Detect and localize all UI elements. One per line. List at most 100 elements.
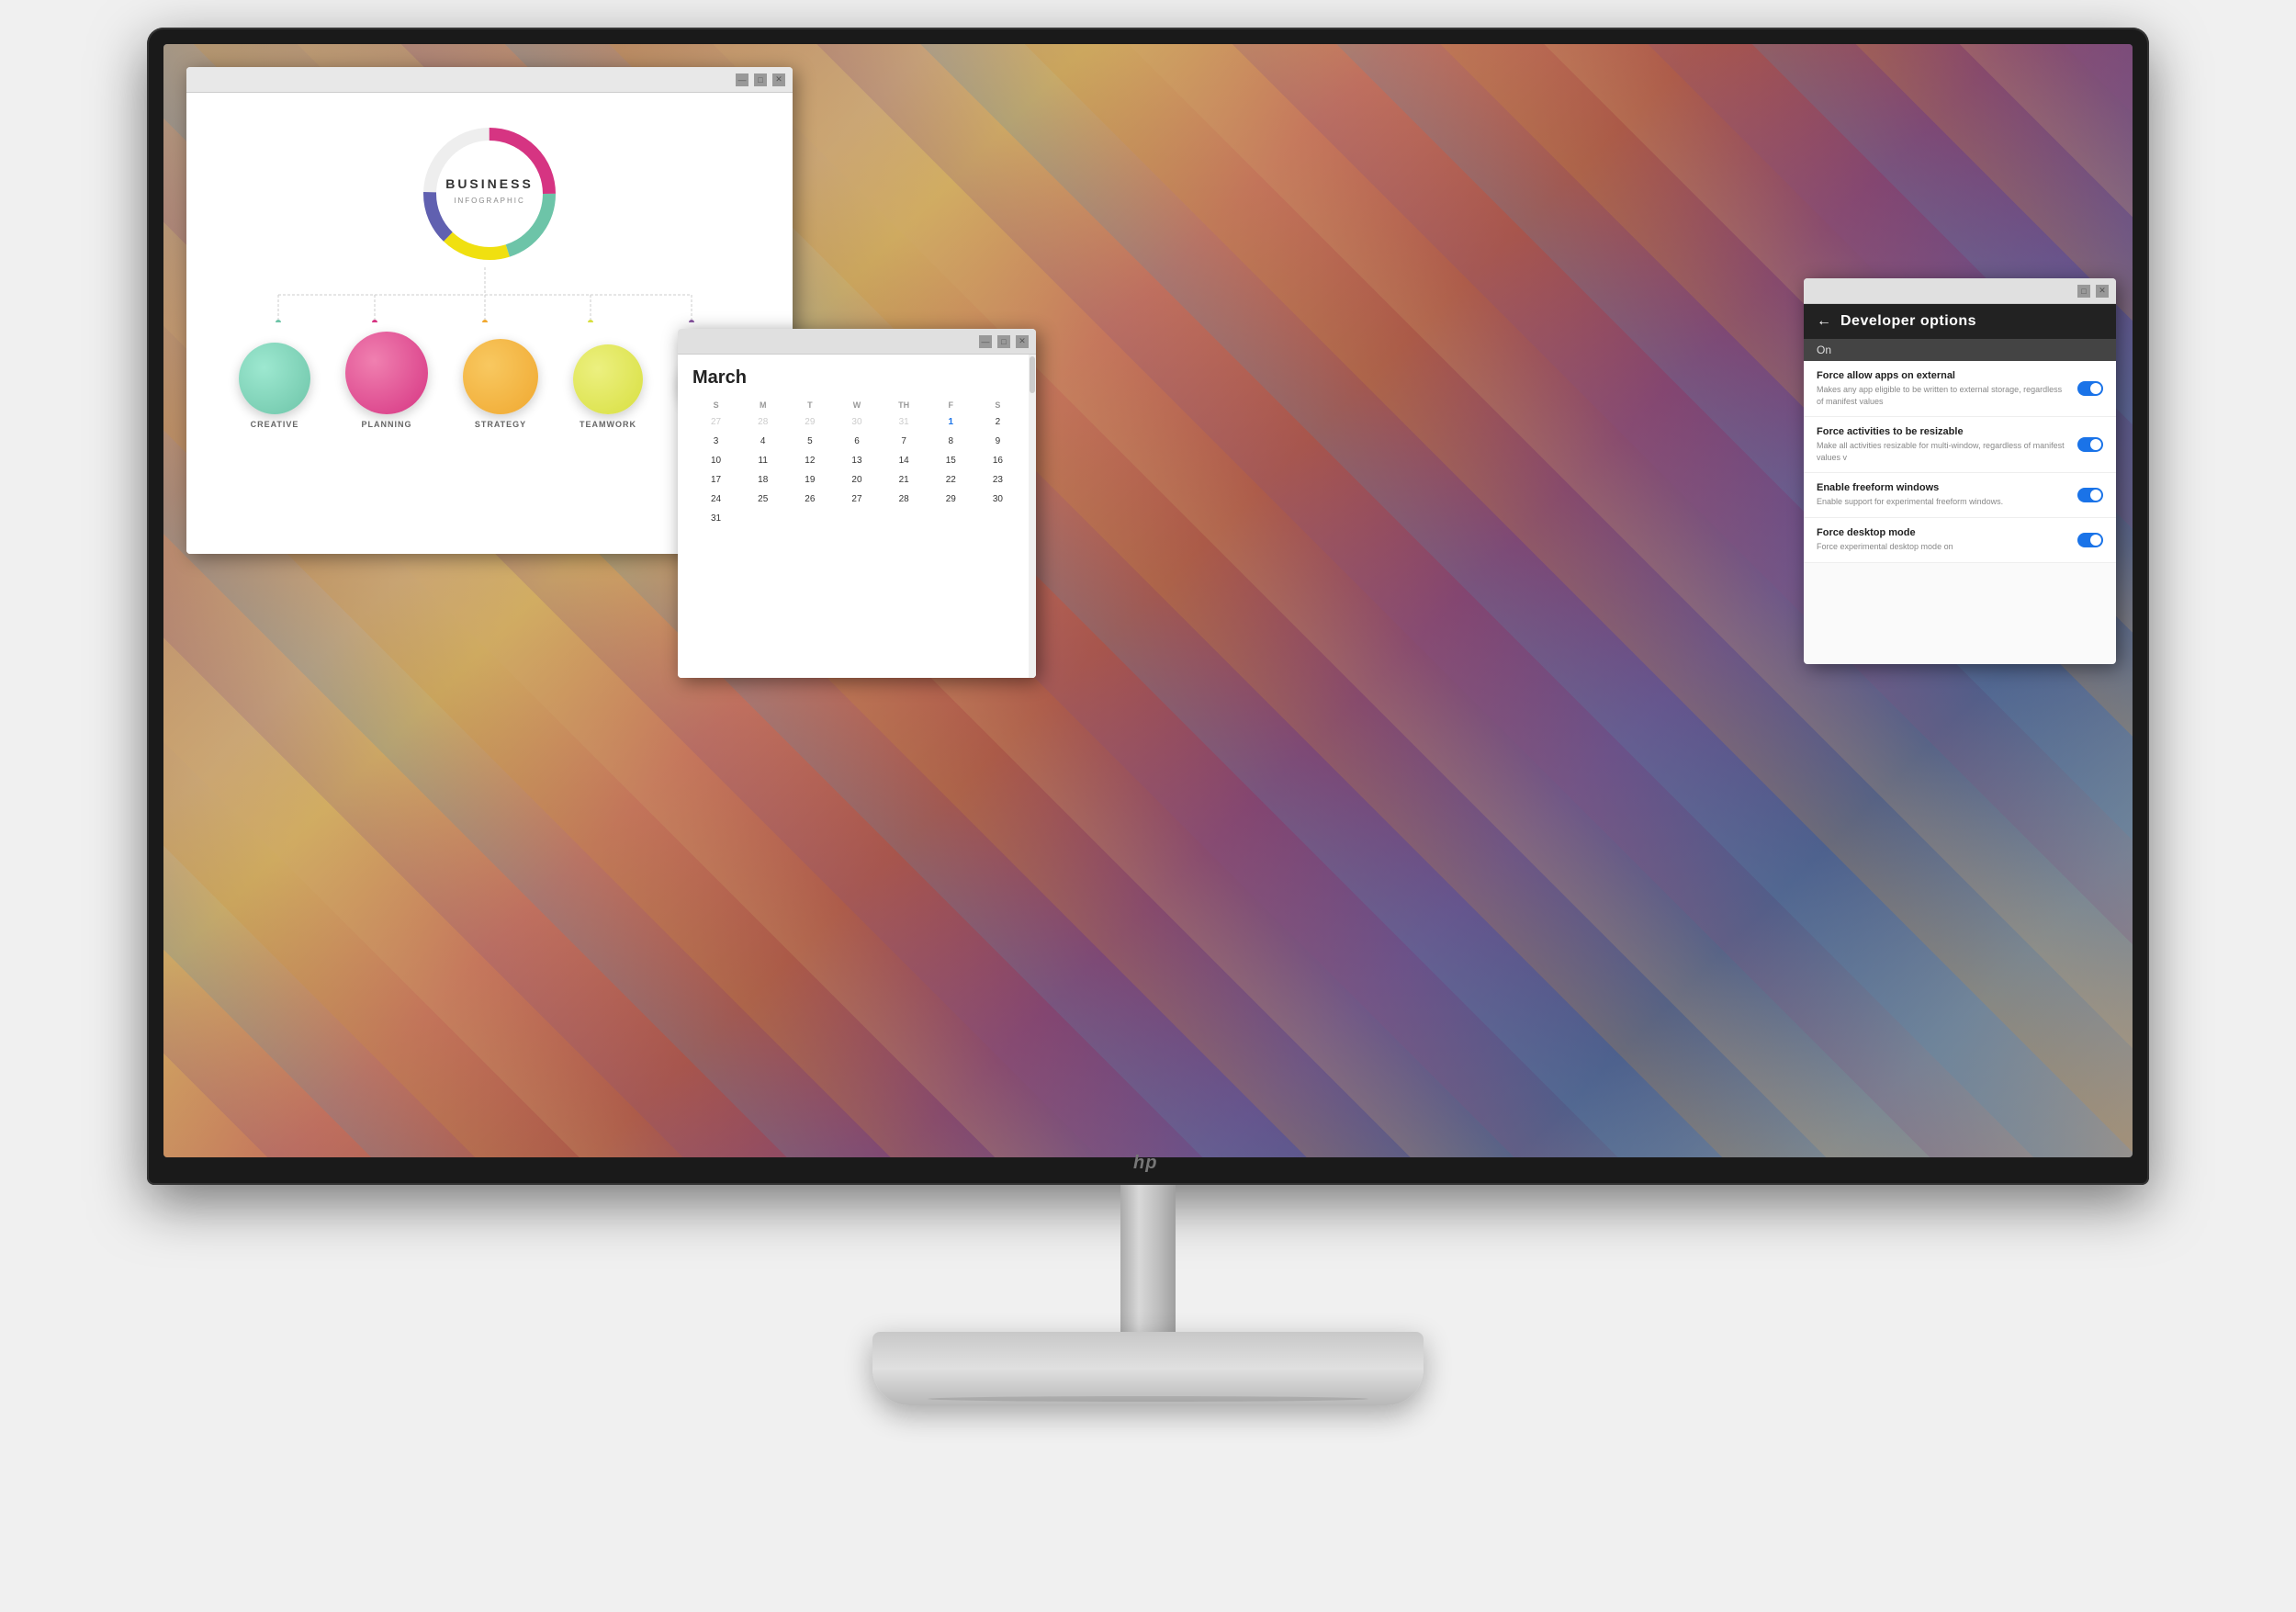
devopt-titlebar: □ ✕ [1804,278,2116,304]
monitor-wrapper: — □ ✕ [138,0,2158,1612]
monitor-stand-base [872,1332,1424,1405]
day-header-m: M [739,398,786,412]
label-strategy: STRATEGY [475,420,526,429]
cal-day[interactable]: 15 [928,451,974,470]
monitor-stand-neck [1120,1185,1176,1332]
svg-text:BUSINESS: BUSINESS [445,176,534,191]
circle-strategy [463,339,538,414]
cal-day[interactable]: 28 [881,490,928,509]
cal-day-today[interactable]: 1 [928,412,974,432]
developer-options-window: □ ✕ ← Developer options On Force allow a… [1804,278,2116,664]
cal-day[interactable]: 16 [974,451,1021,470]
toggle-desktop-mode[interactable] [2077,533,2103,547]
day-header-th: TH [881,398,928,412]
hp-logo-svg: hp [1133,1152,1163,1172]
cal-day[interactable]: 19 [786,470,833,490]
back-icon[interactable]: ← [1817,313,1831,330]
cal-day[interactable]: 5 [786,432,833,451]
cal-day[interactable]: 8 [928,432,974,451]
day-header-w: W [833,398,880,412]
devopt-item-title: Force activities to be resizable [1817,426,2068,437]
cal-day[interactable]: 31 [692,509,739,528]
infographic-titlebar: — □ ✕ [186,67,793,93]
cal-day[interactable]: 12 [786,451,833,470]
label-teamwork: TEAMWORK [580,420,636,429]
devopt-status-bar: On [1804,339,2116,361]
maximize-button[interactable]: □ [754,73,767,86]
calendar-scrollbar[interactable] [1029,355,1036,678]
dot-creative: CREATIVE [239,343,310,429]
cal-day[interactable]: 18 [739,470,786,490]
cal-maximize-button[interactable]: □ [997,335,1010,348]
cal-day[interactable]: 25 [739,490,786,509]
cal-day[interactable]: 6 [833,432,880,451]
dot-teamwork: TEAMWORK [573,344,643,429]
scrollbar-thumb [1030,356,1035,393]
dot-strategy: STRATEGY [463,339,538,429]
devopt-item-freeform: Enable freeform windows Enable support f… [1804,473,2116,518]
cal-day[interactable]: 2 [974,412,1021,432]
cal-minimize-button[interactable]: — [979,335,992,348]
close-button[interactable]: ✕ [772,73,785,86]
cal-day[interactable]: 3 [692,432,739,451]
cal-day[interactable]: 14 [881,451,928,470]
connector-svg [223,267,756,322]
calendar-titlebar: — □ ✕ [678,329,1036,355]
cal-day[interactable]: 20 [833,470,880,490]
cal-day[interactable]: 4 [739,432,786,451]
devopt-item-title: Force allow apps on external [1817,370,2068,381]
cal-day[interactable]: 27 [833,490,880,509]
cal-day[interactable]: 11 [739,451,786,470]
devopt-item-force-activities: Force activities to be resizable Make al… [1804,417,2116,473]
dot-planning: PLANNING [345,332,428,429]
devopt-maximize-button[interactable]: □ [2077,285,2090,298]
devopt-close-button[interactable]: ✕ [2096,285,2109,298]
devopt-item-desc: Enable support for experimental freeform… [1817,496,2068,508]
calendar-month: March [692,367,1021,389]
devopt-item-title: Force desktop mode [1817,527,2068,538]
circle-teamwork [573,344,643,414]
cal-day[interactable]: 10 [692,451,739,470]
cal-day[interactable]: 27 [692,412,739,432]
cal-day[interactable]: 13 [833,451,880,470]
cal-close-button[interactable]: ✕ [1016,335,1029,348]
devopt-item-text: Force allow apps on external Makes any a… [1817,370,2068,407]
cal-day[interactable]: 23 [974,470,1021,490]
cal-day[interactable]: 22 [928,470,974,490]
devopt-item-text: Enable freeform windows Enable support f… [1817,482,2068,508]
label-planning: PLANNING [362,420,412,429]
calendar-body: March S M T W TH F S 27 28 29 [678,355,1036,678]
dots-row: CREATIVE PLANNING STRATEGY TEAMWORK [239,332,740,429]
calendar-window: — □ ✕ March S M T W TH F S [678,329,1036,678]
toggle-force-activities[interactable] [2077,437,2103,452]
cal-day[interactable]: 21 [881,470,928,490]
cal-day[interactable]: 9 [974,432,1021,451]
cal-day[interactable]: 29 [786,412,833,432]
day-header-f: F [928,398,974,412]
day-header-s2: S [974,398,1021,412]
devopt-header: ← Developer options [1804,304,2116,339]
devopt-status: On [1817,344,1831,356]
cal-day[interactable]: 26 [786,490,833,509]
devopt-items-list: Force allow apps on external Makes any a… [1804,361,2116,664]
day-header-s1: S [692,398,739,412]
cal-day[interactable]: 29 [928,490,974,509]
minimize-button[interactable]: — [736,73,748,86]
devopt-item-desktop-mode: Force desktop mode Force experimental de… [1804,518,2116,563]
devopt-title: Developer options [1840,313,1976,330]
donut-chart: BUSINESS INFOGRAPHIC [416,120,563,267]
circle-creative [239,343,310,414]
cal-day[interactable]: 24 [692,490,739,509]
cal-day[interactable]: 7 [881,432,928,451]
cal-day[interactable]: 17 [692,470,739,490]
devopt-item-title: Enable freeform windows [1817,482,2068,493]
cal-day[interactable]: 30 [833,412,880,432]
cal-day[interactable]: 30 [974,490,1021,509]
devopt-item-desc: Make all activities resizable for multi-… [1817,440,2068,463]
toggle-freeform[interactable] [2077,488,2103,502]
toggle-force-allow[interactable] [2077,381,2103,396]
cal-day[interactable]: 31 [881,412,928,432]
devopt-item-text: Force activities to be resizable Make al… [1817,426,2068,463]
cal-day[interactable]: 28 [739,412,786,432]
svg-text:INFOGRAPHIC: INFOGRAPHIC [454,197,525,205]
